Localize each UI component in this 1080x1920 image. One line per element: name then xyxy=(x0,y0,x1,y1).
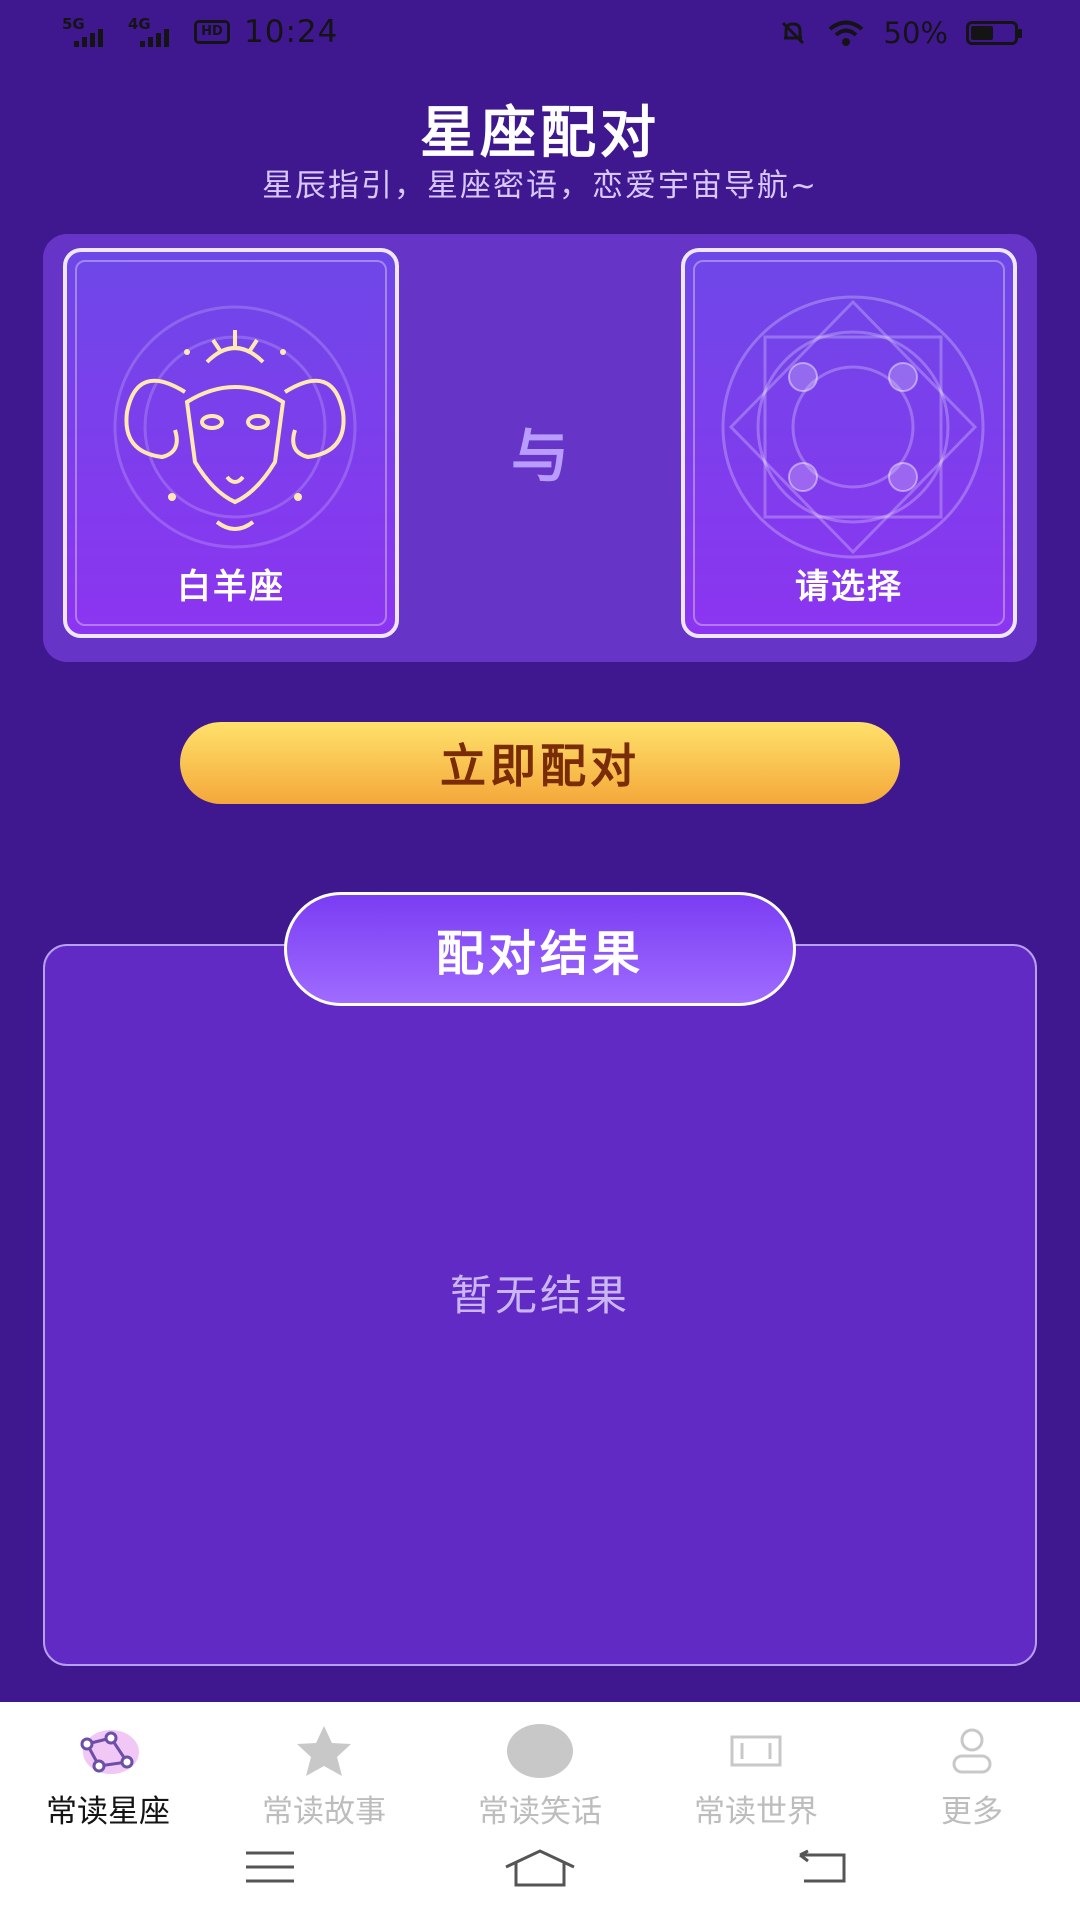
nav-label-joke: 常读笑话 xyxy=(478,1794,602,1830)
hd-badge: HD xyxy=(194,20,230,44)
bubble-icon xyxy=(507,1724,573,1778)
right-card-label: 请选择 xyxy=(795,567,903,607)
result-header-label: 配对结果 xyxy=(435,926,644,982)
empty-result-text: 暂无结果 xyxy=(449,1271,630,1320)
page-title: 星座配对 xyxy=(420,101,660,166)
nav-label-story: 常读故事 xyxy=(262,1794,386,1830)
battery-percent: 50% xyxy=(883,16,948,50)
left-card-label: 白羊座 xyxy=(177,567,285,607)
back-icon xyxy=(799,1849,846,1883)
menu-icon xyxy=(246,1851,294,1883)
page-subtitle: 星辰指引，星座密语，恋爱宇宙导航~ xyxy=(262,168,818,204)
signal-5g-icon: 5G xyxy=(62,15,114,49)
signal-4g-icon: 4G xyxy=(128,15,180,49)
right-zodiac-card[interactable]: 请选择 xyxy=(681,248,1017,638)
constellation-icon xyxy=(80,1730,139,1774)
home-button[interactable] xyxy=(500,1842,580,1892)
back-button[interactable] xyxy=(782,1842,862,1892)
battery-icon xyxy=(966,21,1022,45)
match-now-button[interactable]: 立即配对 xyxy=(180,722,900,804)
pairing-panel: 白羊座 与 请选择 xyxy=(43,234,1037,662)
status-bar: 5G 4G HD 10:24 50% xyxy=(0,0,1080,66)
nav-label-world: 常读世界 xyxy=(694,1794,818,1830)
nav-label-constellation: 常读星座 xyxy=(46,1794,170,1830)
status-time: 10:24 xyxy=(244,14,339,50)
result-header: 配对结果 xyxy=(284,892,796,1006)
user-icon xyxy=(952,1728,992,1774)
nav-item-world[interactable]: 常读世界 xyxy=(648,1722,864,1830)
scroll-icon xyxy=(730,1735,782,1767)
match-button-label: 立即配对 xyxy=(440,739,640,793)
mute-bell-icon xyxy=(781,21,804,45)
menu-button[interactable] xyxy=(230,1842,310,1892)
nav-item-more[interactable]: 更多 xyxy=(864,1722,1080,1830)
wifi-icon xyxy=(828,20,863,46)
system-nav-bar xyxy=(0,1832,1080,1904)
nav-label-more: 更多 xyxy=(941,1794,1003,1830)
nav-item-story[interactable]: 常读故事 xyxy=(216,1722,432,1830)
home-icon xyxy=(505,1849,575,1887)
nav-item-constellation[interactable]: 常读星座 xyxy=(0,1722,216,1830)
star-icon xyxy=(297,1726,351,1776)
nav-item-joke[interactable]: 常读笑话 xyxy=(432,1722,648,1830)
